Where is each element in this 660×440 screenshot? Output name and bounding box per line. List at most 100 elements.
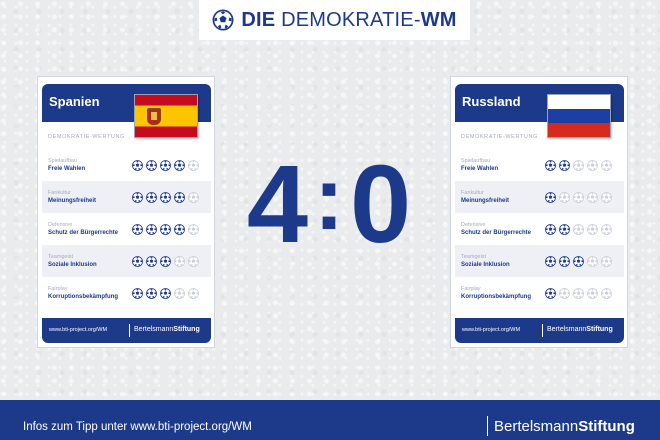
soccer-ball-empty-icon (188, 256, 199, 267)
rating-balls (132, 160, 199, 171)
bottom-divider (487, 416, 488, 436)
card-footer: www.bti-project.org/WM BertelsmannStiftu… (455, 318, 624, 343)
rating-title: DEMOKRATIE-WERTUNG (461, 134, 538, 140)
soccer-ball-filled-icon (132, 160, 143, 171)
footer-brand: BertelsmannStiftung (547, 326, 613, 333)
rating-row: Fankultur Meinungsfreiheit (455, 181, 624, 213)
rating-balls (132, 192, 199, 203)
soccer-ball-filled-icon (160, 288, 171, 299)
rating-row: Defensive Schutz der Bürgerrechte (42, 213, 211, 245)
soccer-ball-filled-icon (132, 192, 143, 203)
soccer-ball-filled-icon (160, 224, 171, 235)
soccer-ball-filled-icon (146, 160, 157, 171)
soccer-ball-filled-icon (559, 256, 570, 267)
team-name: Russland (462, 94, 521, 109)
rating-category: Teamgeist (461, 254, 487, 260)
soccer-ball-filled-icon (146, 288, 157, 299)
rating-criterion: Freie Wahlen (461, 166, 499, 172)
soccer-ball-filled-icon (545, 160, 556, 171)
rating-criterion: Meinungsfreiheit (48, 198, 97, 204)
soccer-ball-empty-icon (573, 192, 584, 203)
rating-balls (132, 256, 199, 267)
soccer-ball-filled-icon (160, 192, 171, 203)
soccer-ball-empty-icon (587, 160, 598, 171)
soccer-ball-filled-icon (174, 192, 185, 203)
footer-divider (129, 324, 130, 337)
soccer-ball-filled-icon (160, 160, 171, 171)
rating-category: Defensive (48, 222, 73, 228)
rating-balls (132, 288, 199, 299)
soccer-ball-filled-icon (545, 256, 556, 267)
team-name: Spanien (49, 94, 100, 109)
soccer-ball-empty-icon (587, 224, 598, 235)
soccer-ball-filled-icon (545, 192, 556, 203)
soccer-ball-filled-icon (132, 224, 143, 235)
soccer-ball-filled-icon (160, 256, 171, 267)
soccer-ball-empty-icon (573, 160, 584, 171)
rating-row: Teamgeist Soziale Inklusion (455, 245, 624, 277)
rating-row: Fankultur Meinungsfreiheit (42, 181, 211, 213)
score-right: 0 (349, 143, 412, 266)
rating-criterion: Korruptionsbekämpfung (461, 294, 531, 300)
rating-balls (545, 288, 612, 299)
soccer-ball-empty-icon (601, 160, 612, 171)
soccer-ball-filled-icon (174, 160, 185, 171)
soccer-ball-empty-icon (601, 192, 612, 203)
rating-row: Fairplay Korruptionsbekämpfung (455, 277, 624, 309)
footer-brand: BertelsmannStiftung (134, 326, 200, 333)
rating-title: DEMOKRATIE-WERTUNG (48, 134, 125, 140)
rating-balls (132, 224, 199, 235)
rating-row: Fairplay Korruptionsbekämpfung (42, 277, 211, 309)
spain-flag-icon (134, 94, 198, 138)
soccer-ball-empty-icon (174, 256, 185, 267)
rating-criterion: Meinungsfreiheit (461, 198, 510, 204)
card-footer: www.bti-project.org/WM BertelsmannStiftu… (42, 318, 211, 343)
rating-category: Spielaufbau (461, 158, 491, 164)
soccer-ball-empty-icon (573, 224, 584, 235)
bottom-bar: Infos zum Tipp unter www.bti-project.org… (0, 400, 660, 440)
soccer-ball-filled-icon (559, 160, 570, 171)
soccer-ball-filled-icon (132, 256, 143, 267)
soccer-ball-filled-icon (573, 256, 584, 267)
rating-category: Spielaufbau (48, 158, 78, 164)
soccer-ball-filled-icon (146, 192, 157, 203)
soccer-ball-empty-icon (188, 160, 199, 171)
header-logo: DIE DEMOKRATIE-WM (199, 0, 470, 40)
rating-row: Spielaufbau Freie Wahlen (42, 149, 211, 181)
footer-url: www.bti-project.org/WM (462, 327, 521, 333)
soccer-ball-empty-icon (559, 288, 570, 299)
soccer-ball-icon (212, 9, 234, 31)
rating-criterion: Korruptionsbekämpfung (48, 294, 118, 300)
rating-row: Defensive Schutz der Bürgerrechte (455, 213, 624, 245)
rating-row: Spielaufbau Freie Wahlen (455, 149, 624, 181)
soccer-ball-filled-icon (545, 288, 556, 299)
footer-divider (542, 324, 543, 337)
rating-category: Fairplay (48, 286, 68, 292)
score-separator: : (314, 149, 344, 249)
rating-category: Defensive (461, 222, 486, 228)
match-score: 4 : 0 (236, 150, 422, 260)
info-text: Infos zum Tipp unter www.bti-project.org… (23, 421, 252, 433)
rating-criterion: Schutz der Bürgerrechte (461, 230, 532, 236)
rating-category: Teamgeist (48, 254, 74, 260)
bottom-brand: BertelsmannStiftung (494, 418, 635, 435)
soccer-ball-filled-icon (545, 224, 556, 235)
russia-flag-icon (547, 94, 611, 138)
rating-category: Fairplay (461, 286, 481, 292)
rating-criterion: Soziale Inklusion (48, 262, 97, 268)
rating-list: Spielaufbau Freie Wahlen Fankultur Meinungs… (455, 149, 624, 309)
rating-criterion: Schutz der Bürgerrechte (48, 230, 119, 236)
rating-balls (545, 192, 612, 203)
soccer-ball-empty-icon (188, 224, 199, 235)
score-left: 4 (246, 143, 308, 266)
soccer-ball-empty-icon (601, 224, 612, 235)
team-card-russland: Russland DEMOKRATIE-WERTUNG Spielaufbau F… (450, 76, 628, 348)
soccer-ball-filled-icon (174, 224, 185, 235)
soccer-ball-empty-icon (573, 288, 584, 299)
soccer-ball-empty-icon (559, 192, 570, 203)
rating-criterion: Soziale Inklusion (461, 262, 510, 268)
soccer-ball-filled-icon (146, 256, 157, 267)
rating-balls (545, 160, 612, 171)
rating-category: Fankultur (48, 190, 71, 196)
team-card-spanien: Spanien DEMOKRATIE-WERTUNG Spielaufbau Fr… (37, 76, 215, 348)
